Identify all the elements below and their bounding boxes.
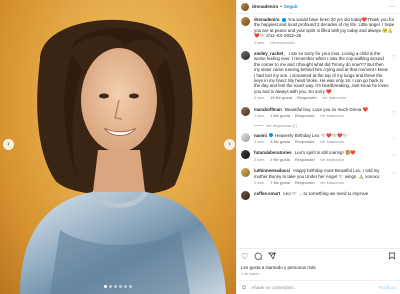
see-translation-link[interactable]: Ver traducción (270, 41, 294, 46)
like-comment-icon[interactable]: ♡ (390, 153, 396, 163)
carousel-dot (124, 285, 127, 288)
likes-summary[interactable]: Les gusta a isarnedo y personas más (237, 264, 400, 272)
bookmark-icon[interactable] (388, 252, 396, 262)
comment-text: Heavenly Birthday Leo 🕊️❤️🕊️❤️🕊️ (275, 132, 348, 138)
like-comment-icon[interactable]: ♡ (390, 136, 396, 146)
carousel-indicator (0, 285, 236, 288)
view-replies-button[interactable]: Ver respuestas (1) (254, 124, 396, 128)
see-translation-link[interactable]: Ver traducción (320, 114, 344, 119)
comment-item: iuthinneenaducci Happy birthday most Bea… (241, 168, 396, 186)
portrait-photo (20, 19, 226, 294)
comment-item: naomi Heavenly Birthday Leo 🕊️❤️🕊️❤️🕊️ 2… (241, 132, 396, 146)
comment-time: 2 sem. (254, 96, 266, 101)
view-replies-label[interactable]: Ver respuestas (1) (266, 124, 297, 128)
reply-button[interactable]: Responder (297, 96, 317, 101)
post-actions-bar: ♡ (237, 248, 400, 264)
comment-item: smiley_rachel_ I am so sorry for your lo… (241, 51, 396, 102)
comment-likes[interactable]: 8 Me gusta (270, 140, 290, 145)
comment-item: marahoffman Beautiful boy. Love you so m… (241, 106, 396, 120)
reply-button[interactable]: Responder (295, 181, 315, 186)
avatar[interactable] (241, 168, 250, 178)
reply-button[interactable]: Responder (295, 158, 315, 163)
separator: • (280, 4, 282, 9)
avatar[interactable] (241, 17, 250, 26)
emoji-icon[interactable]: ☺ (241, 285, 247, 291)
instagram-post-dialog: ‹ › dronadeniro • Seguir ··· dronadeniro… (0, 0, 400, 294)
comment-time: 2 sem. (254, 40, 266, 45)
comment-item: coffee.smart Leo 🕊️ ... to something we … (241, 191, 396, 201)
see-translation-link[interactable]: Ver traducción (322, 96, 346, 101)
comment-username[interactable]: iuthinneenaducci (254, 168, 290, 173)
reply-button[interactable]: Responder (295, 140, 315, 145)
avatar[interactable] (241, 2, 249, 11)
comment-text: I am so sorry for your loss. Losing a ch… (254, 51, 389, 94)
chevron-left-icon[interactable]: ‹ (3, 139, 14, 150)
share-icon[interactable] (268, 252, 276, 262)
comment-time: 2 sem. (254, 157, 266, 162)
comment-likes[interactable]: 2 Me gusta (270, 158, 290, 163)
post-date: 2 de marzo (241, 272, 259, 276)
author-username[interactable]: dronadeniro (252, 4, 278, 9)
carousel-dot (104, 285, 107, 288)
comment-time: 2 sem. (254, 180, 266, 185)
comment-username[interactable]: marahoffman (254, 107, 282, 112)
comment-text: Leo's spirit is still roaring! 🦁❤️ (294, 150, 356, 156)
like-comment-icon[interactable]: ♡ (390, 54, 396, 102)
comment-item: futuralaboratories Leo's spirit is still… (241, 150, 396, 163)
post-photo[interactable]: ‹ › (0, 0, 236, 294)
like-comment-icon[interactable]: ♡ (390, 171, 396, 186)
comment-likes[interactable]: 3 Me gusta (270, 114, 290, 119)
reply-button[interactable]: Responder (295, 114, 315, 119)
carousel-dot (119, 285, 122, 288)
comment-time: 2 sem. (254, 139, 266, 144)
carousel-dot (109, 285, 112, 288)
heart-icon[interactable]: ♡ (241, 252, 248, 261)
see-translation-link[interactable]: Ver traducción (320, 181, 344, 186)
comment-username[interactable]: futuralaboratories (254, 150, 292, 155)
comments-list[interactable]: dronadeniro You would have been 20 yrs o… (237, 14, 400, 248)
verified-badge-icon (281, 17, 286, 22)
comment-input[interactable] (251, 285, 375, 290)
comment-username[interactable]: dronadeniro (254, 17, 280, 22)
post-side-panel: dronadeniro • Seguir ··· dronadeniro You… (236, 0, 400, 294)
comment-item: dronadeniro You would have been 20 yrs o… (241, 17, 396, 46)
replies-divider (254, 125, 263, 126)
see-translation-link[interactable]: Ver traducción (320, 140, 344, 145)
post-header: dronadeniro • Seguir ··· (237, 0, 400, 14)
publish-button[interactable]: Publicar (378, 285, 396, 290)
comment-likes[interactable]: 20 Me gusta (270, 96, 292, 101)
comment-likes[interactable]: 7 Me gusta (270, 181, 290, 186)
carousel-dot (114, 285, 117, 288)
comment-username[interactable]: smiley_rachel_ (254, 51, 286, 56)
avatar[interactable] (241, 191, 250, 201)
avatar[interactable] (241, 150, 250, 160)
follow-button[interactable]: Seguir (284, 4, 298, 9)
comment-text: Leo 🕊️ ... to something we need to impro… (283, 191, 369, 197)
add-comment-bar: ☺ Publicar (237, 280, 400, 294)
avatar[interactable] (241, 132, 250, 142)
avatar[interactable] (241, 106, 250, 116)
comment-icon[interactable] (254, 252, 262, 262)
see-translation-link[interactable]: Ver traducción (320, 158, 344, 163)
carousel-dot (129, 285, 132, 288)
chevron-right-icon[interactable]: › (224, 139, 235, 150)
comment-text: Beautiful boy. Love you so much Drena ❤️ (285, 106, 369, 112)
comment-username[interactable]: coffee.smart (254, 191, 280, 196)
like-comment-icon[interactable]: ♡ (390, 110, 396, 120)
comment-username[interactable]: naomi (254, 133, 267, 138)
comment-time: 2 sem. (254, 114, 266, 119)
more-options-icon[interactable]: ··· (389, 4, 397, 10)
verified-badge-icon (268, 133, 273, 138)
avatar[interactable] (241, 51, 250, 61)
